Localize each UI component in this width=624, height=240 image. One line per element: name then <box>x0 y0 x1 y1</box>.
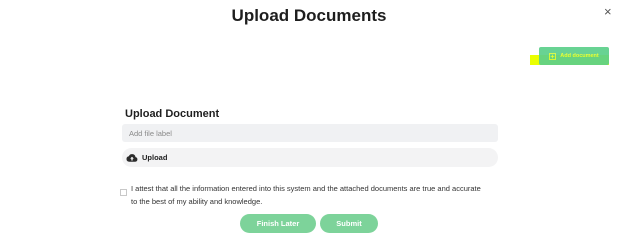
close-icon[interactable]: × <box>604 5 612 18</box>
attestation-text: I attest that all the information entere… <box>131 184 481 206</box>
modal-title: Upload Documents <box>231 6 387 25</box>
file-label-input[interactable] <box>122 124 498 142</box>
upload-label: Upload <box>142 153 168 162</box>
plus-square-icon <box>549 52 557 60</box>
section-title: Upload Document <box>125 108 220 120</box>
upload-button[interactable]: Upload <box>122 148 498 167</box>
add-document-button[interactable]: Add document <box>539 47 609 65</box>
add-document-label: Add document <box>560 53 599 59</box>
attestation-checkbox[interactable] <box>120 189 127 196</box>
finish-later-button[interactable]: Finish Later <box>240 214 316 233</box>
submit-button[interactable]: Submit <box>320 214 378 233</box>
cloud-upload-icon <box>126 153 138 162</box>
